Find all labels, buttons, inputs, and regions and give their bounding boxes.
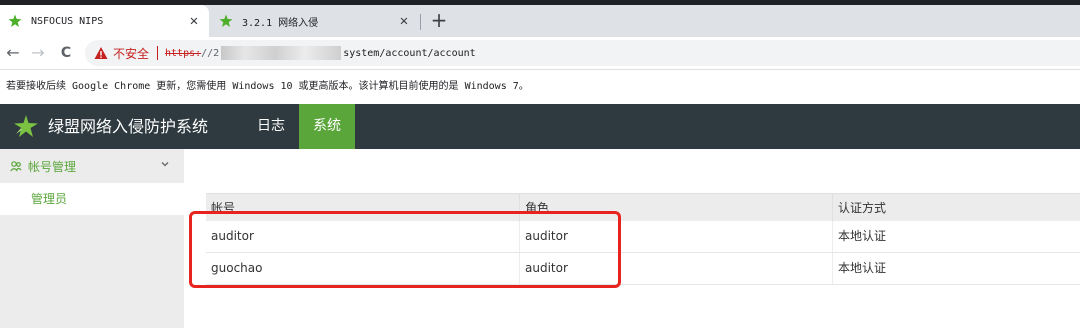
browser-toolbar: ← → C 不安全 https: //2 system/account/acco… bbox=[0, 37, 1080, 69]
sidebar-group-account-management[interactable]: 帐号管理 bbox=[0, 149, 184, 183]
redacted-host bbox=[221, 46, 342, 60]
star-favicon-icon bbox=[219, 14, 233, 27]
tab-divider bbox=[420, 14, 421, 30]
star-favicon-icon bbox=[8, 14, 22, 27]
back-button[interactable]: ← bbox=[3, 43, 23, 63]
sidebar-group-label: 帐号管理 bbox=[28, 159, 77, 174]
account-group-icon bbox=[10, 161, 22, 172]
address-bar[interactable]: 不安全 https: //2 system/account/account bbox=[85, 40, 1080, 66]
tab-title: NSFOCUS NIPS bbox=[31, 15, 104, 27]
url-scheme: https: bbox=[165, 47, 202, 59]
url-path: system/account/account bbox=[343, 47, 476, 59]
cell-auth-method: 本地认证 bbox=[832, 253, 1080, 284]
sidebar-item-administrator[interactable]: 管理员 bbox=[0, 183, 184, 215]
red-highlight-annotation bbox=[189, 211, 621, 288]
close-tab-icon[interactable]: ✕ bbox=[185, 13, 203, 29]
url-host: //2 bbox=[201, 47, 220, 59]
tab-network-intrusion[interactable]: 3.2.1 网络入侵 ✕ bbox=[211, 5, 419, 37]
nav-logs[interactable]: 日志 bbox=[246, 104, 296, 149]
forward-button[interactable]: → bbox=[28, 43, 48, 63]
address-separator bbox=[157, 46, 159, 60]
cell-auth-method: 本地认证 bbox=[832, 221, 1080, 252]
tab-nsfocus-nips[interactable]: NSFOCUS NIPS ✕ bbox=[0, 5, 209, 37]
not-secure-label[interactable]: 不安全 bbox=[113, 45, 149, 62]
reload-button[interactable]: C bbox=[56, 43, 76, 63]
update-infobar: 若要接收后续 Google Chrome 更新，您需使用 Windows 10 … bbox=[0, 69, 1080, 104]
tab-title: 3.2.1 网络入侵 bbox=[242, 17, 319, 29]
sidebar: 帐号管理 管理员 bbox=[0, 149, 184, 328]
new-tab-button[interactable]: + bbox=[429, 9, 449, 33]
nav-system[interactable]: 系统 bbox=[299, 104, 355, 149]
chevron-down-icon[interactable] bbox=[160, 159, 170, 169]
nsfocus-logo-icon bbox=[14, 115, 38, 137]
column-header-auth-method[interactable]: 认证方式 bbox=[832, 194, 1080, 221]
browser-tabstrip: NSFOCUS NIPS ✕ 3.2.1 网络入侵 ✕ + bbox=[0, 0, 1080, 37]
warning-triangle-icon bbox=[94, 47, 108, 59]
app-title: 绿盟网络入侵防护系统 bbox=[48, 117, 209, 136]
app-header: 绿盟网络入侵防护系统 日志 系统 bbox=[0, 104, 1080, 149]
close-tab-icon[interactable]: ✕ bbox=[395, 13, 413, 29]
